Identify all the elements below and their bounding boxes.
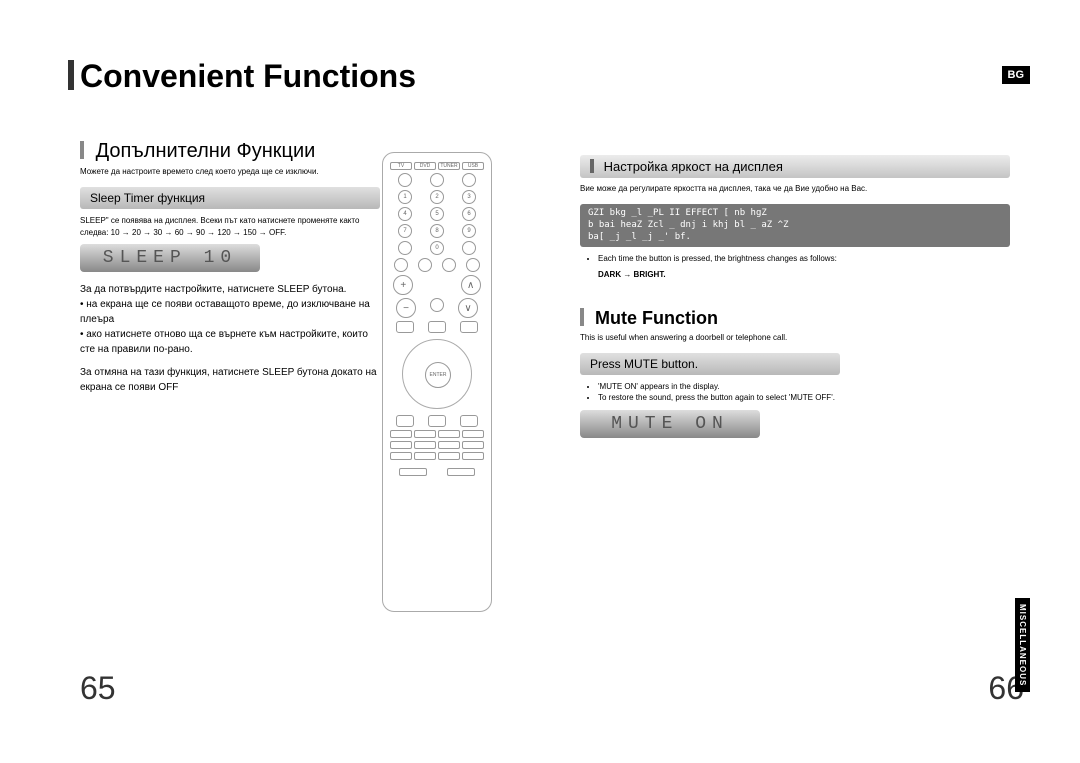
section-side-tab: MISCELLANEOUS <box>1015 598 1030 692</box>
brightness-bullets: Each time the button is pressed, the bri… <box>588 253 1010 264</box>
remote-num-5: 5 <box>430 207 444 221</box>
display-readout-sleep: SLEEP 10 <box>80 244 260 272</box>
section-brightness: Настройка яркост на дисплея Вие може да … <box>580 155 1010 280</box>
remote-btn-usb: USB <box>462 162 484 170</box>
left-column: Допълнителни Функции Можете да настроите… <box>80 140 380 403</box>
remote-btn-prog-down: ∨ <box>458 298 478 318</box>
brightness-heading: Настройка яркост на дисплея <box>604 159 783 174</box>
mute-bullet-1: 'MUTE ON' appears in the display. <box>598 381 1010 392</box>
mute-func-label: Press MUTE button. <box>590 357 698 371</box>
remote-btn-power <box>398 173 412 187</box>
section-mute: Mute Function This is useful when answer… <box>580 308 1010 438</box>
language-tag: BG <box>1002 66 1031 84</box>
remote-dpad: ENTER <box>402 339 472 409</box>
remote-num-4: 4 <box>398 207 412 221</box>
remote-btn-dvd: DVD <box>414 162 436 170</box>
remote-btn-grid1 <box>390 430 412 438</box>
remote-btn-grid12 <box>462 452 484 460</box>
remote-btn-row2a <box>396 415 414 427</box>
remote-btn-row2b <box>428 415 446 427</box>
sub-heading: Допълнителни Функции <box>80 140 380 163</box>
remote-num-1: 1 <box>398 190 412 204</box>
mute-intro: This is useful when answering a doorbell… <box>580 333 1010 343</box>
remote-btn-sleep <box>399 468 427 476</box>
confirm-text: За да потвърдите настройките, натиснете … <box>80 282 380 357</box>
remote-btn-dimmer <box>447 468 475 476</box>
brightness-intro: Вие може да регулирате яркостта на диспл… <box>580 184 1010 194</box>
remote-btn-misc1 <box>398 241 412 255</box>
mute-heading-text: Mute Function <box>595 308 718 328</box>
remote-btn-tuner: TUNER <box>438 162 460 170</box>
remote-num-3: 3 <box>462 190 476 204</box>
remote-dpad-enter: ENTER <box>425 362 451 388</box>
remote-btn-mute <box>430 298 444 312</box>
remote-btn-grid9 <box>390 452 412 460</box>
mute-bullets: 'MUTE ON' appears in the display. To res… <box>588 381 1010 403</box>
remote-num-8: 8 <box>430 224 444 238</box>
remote-illustration: TV DVD TUNER USB 1 2 3 4 5 6 7 8 9 0 <box>382 152 492 612</box>
cancel-text: За отмяна на тази функция, натиснете SLE… <box>80 365 380 395</box>
remote-num-6: 6 <box>462 207 476 221</box>
brightness-sequence: DARK → BRIGHT. <box>598 269 1010 280</box>
mute-bullet-2: To restore the sound, press the button a… <box>598 392 1010 403</box>
subheading-bar-icon <box>580 308 584 326</box>
remote-btn-row2c <box>460 415 478 427</box>
remote-btn-transport3 <box>442 258 456 272</box>
mute-func-box: Press MUTE button. <box>580 353 840 375</box>
function-label-box: Sleep Timer функция <box>80 187 380 209</box>
remote-num-7: 7 <box>398 224 412 238</box>
gray-instruction-box: GZI bkg _l _PL II EFFECT [ nb hgZ b bai … <box>580 204 1010 247</box>
remote-btn-grid8 <box>462 441 484 449</box>
remote-btn-grid2 <box>414 430 436 438</box>
remote-btn-row1a <box>396 321 414 333</box>
remote-btn-transport2 <box>418 258 432 272</box>
remote-num-0: 0 <box>430 241 444 255</box>
remote-num-2: 2 <box>430 190 444 204</box>
remote-btn-transport4 <box>466 258 480 272</box>
remote-num-9: 9 <box>462 224 476 238</box>
remote-btn-volume-up: + <box>393 275 413 295</box>
intro-text: Можете да настроите времето след което у… <box>80 167 380 177</box>
remote-btn-prog-up: ∧ <box>461 275 481 295</box>
remote-btn-grid5 <box>390 441 412 449</box>
mute-heading: Mute Function <box>580 308 1010 329</box>
remote-btn-transport1 <box>394 258 408 272</box>
remote-btn-grid7 <box>438 441 460 449</box>
remote-btn-open <box>430 173 444 187</box>
remote-btn-grid10 <box>414 452 436 460</box>
brightness-bullet-1: Each time the button is pressed, the bri… <box>598 253 1010 264</box>
subheading-bar-icon <box>590 159 594 173</box>
remote-btn-volume-down: − <box>396 298 416 318</box>
sub-heading-text: Допълнителни Функции <box>96 140 316 162</box>
right-column: Настройка яркост на дисплея Вие може да … <box>580 155 1010 448</box>
remote-btn-grid4 <box>462 430 484 438</box>
function-desc: SLEEP" се появява на дисплея. Всеки път … <box>80 215 380 237</box>
remote-btn-misc2 <box>462 241 476 255</box>
title-accent-bar <box>68 60 74 90</box>
page-number-left: 65 <box>80 670 116 707</box>
remote-btn-grid6 <box>414 441 436 449</box>
remote-btn-row1c <box>460 321 478 333</box>
remote-btn-tv: TV <box>390 162 412 170</box>
display-readout-mute: MUTE ON <box>580 410 760 438</box>
remote-btn-row1b <box>428 321 446 333</box>
page-title: Convenient Functions <box>80 58 416 95</box>
remote-btn-tvon <box>462 173 476 187</box>
remote-btn-grid11 <box>438 452 460 460</box>
remote-btn-grid3 <box>438 430 460 438</box>
section-sleep-timer: Допълнителни Функции Можете да настроите… <box>80 140 380 395</box>
subheading-bar-icon <box>80 141 84 159</box>
